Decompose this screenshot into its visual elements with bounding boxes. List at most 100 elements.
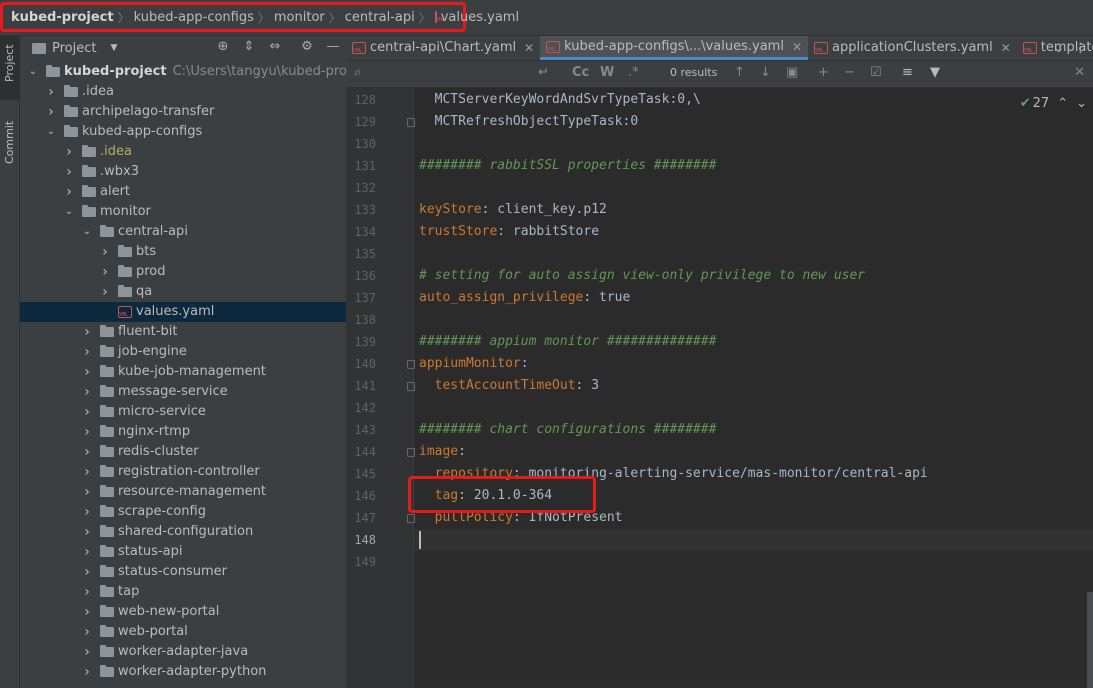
chevron-down-icon[interactable]: ⌄: [28, 62, 38, 82]
whole-word-toggle[interactable]: W: [600, 66, 614, 80]
chevron-right-icon[interactable]: ›: [82, 542, 92, 562]
close-icon[interactable]: ✕: [1001, 36, 1011, 60]
next-occurrence-icon[interactable]: ↓: [760, 66, 771, 80]
filter-settings-icon[interactable]: ≡: [902, 66, 913, 80]
chevron-right-icon[interactable]: ›: [82, 462, 92, 482]
chevron-right-icon[interactable]: ›: [100, 242, 110, 262]
editor-scrollbar[interactable]: [1087, 592, 1093, 688]
fold-marker-icon[interactable]: [407, 382, 415, 391]
close-icon[interactable]: ✕: [1074, 66, 1085, 80]
chevron-right-icon[interactable]: ›: [82, 522, 92, 542]
tree-folder[interactable]: ⌄ central-api: [20, 222, 346, 242]
breadcrumb-item-file[interactable]: values.yaml: [441, 10, 519, 25]
chevron-right-icon[interactable]: ›: [82, 562, 92, 582]
chevron-right-icon[interactable]: ›: [82, 502, 92, 522]
chevron-right-icon[interactable]: ›: [82, 602, 92, 622]
fold-marker-icon[interactable]: [407, 360, 415, 369]
chevron-right-icon[interactable]: ›: [82, 642, 92, 662]
tree-folder[interactable]: › status-api: [20, 542, 346, 562]
breadcrumb-item-central-api[interactable]: central-api: [345, 10, 415, 25]
select-all-occurrences-icon[interactable]: ▣: [786, 66, 798, 80]
tree-file[interactable]: values.yaml: [20, 302, 346, 322]
editor-tab[interactable]: central-api\Chart.yaml ✕: [346, 36, 540, 60]
project-tool-tab[interactable]: Project: [0, 36, 20, 100]
chevron-right-icon[interactable]: ›: [46, 82, 56, 102]
tree-folder[interactable]: › bts: [20, 242, 346, 262]
tree-folder[interactable]: › nginx-rtmp: [20, 422, 346, 442]
tree-folder[interactable]: › micro-service: [20, 402, 346, 422]
chevron-down-icon[interactable]: ⌄: [1076, 96, 1087, 111]
minimize-icon[interactable]: —: [326, 40, 340, 54]
tree-folder[interactable]: › kube-job-management: [20, 362, 346, 382]
tree-folder[interactable]: › status-consumer: [20, 562, 346, 582]
chevron-right-icon[interactable]: ›: [64, 142, 74, 162]
tree-folder[interactable]: › registration-controller: [20, 462, 346, 482]
tree-folder[interactable]: › worker-adapter-python: [20, 662, 346, 682]
fold-marker-icon[interactable]: [407, 514, 415, 523]
chevron-right-icon[interactable]: ›: [64, 182, 74, 202]
close-icon[interactable]: ✕: [792, 35, 802, 59]
chevron-down-icon[interactable]: ⌄: [1053, 41, 1064, 56]
chevron-up-icon[interactable]: ⌃: [1057, 96, 1068, 111]
fold-marker-icon[interactable]: [407, 118, 415, 127]
tree-folder[interactable]: › web-new-portal: [20, 602, 346, 622]
breadcrumb-item-monitor[interactable]: monitor: [274, 10, 325, 25]
chevron-right-icon[interactable]: ›: [100, 282, 110, 302]
locate-icon[interactable]: ⊕: [216, 40, 230, 54]
tree-folder[interactable]: › resource-management: [20, 482, 346, 502]
more-icon[interactable]: ⋮: [1074, 41, 1087, 56]
chevron-right-icon[interactable]: ›: [100, 262, 110, 282]
chevron-right-icon[interactable]: ›: [82, 362, 92, 382]
chevron-right-icon[interactable]: ›: [64, 162, 74, 182]
breadcrumb-item-project[interactable]: kubed-project: [11, 10, 114, 25]
chevron-right-icon[interactable]: ›: [82, 582, 92, 602]
breadcrumb-item-app-configs[interactable]: kubed-app-configs: [134, 10, 254, 25]
tree-folder[interactable]: › web-portal: [20, 622, 346, 642]
tree-folder[interactable]: › tap: [20, 582, 346, 602]
chevron-right-icon[interactable]: ›: [46, 102, 56, 122]
collapse-all-icon[interactable]: ⇔: [268, 40, 282, 54]
tree-folder[interactable]: › scrape-config: [20, 502, 346, 522]
editor-tab[interactable]: applicationClusters.yaml ✕: [808, 36, 1017, 60]
tree-folder[interactable]: › fluent-bit: [20, 322, 346, 342]
tree-folder[interactable]: › alert: [20, 182, 346, 202]
chevron-right-icon[interactable]: ›: [82, 662, 92, 682]
chevron-right-icon[interactable]: ›: [82, 322, 92, 342]
tree-folder[interactable]: ⌄ monitor: [20, 202, 346, 222]
tree-folder[interactable]: › job-engine: [20, 342, 346, 362]
tree-folder[interactable]: › qa: [20, 282, 346, 302]
tree-folder[interactable]: › prod: [20, 262, 346, 282]
chevron-right-icon[interactable]: ›: [82, 622, 92, 642]
expand-all-icon[interactable]: ⇕: [242, 40, 256, 54]
chevron-right-icon[interactable]: ›: [82, 342, 92, 362]
search-icon[interactable]: ⌕: [354, 66, 361, 80]
filter-icon[interactable]: ▼: [930, 66, 940, 80]
tree-folder[interactable]: › redis-cluster: [20, 442, 346, 462]
tree-folder[interactable]: › .wbx3: [20, 162, 346, 182]
gear-icon[interactable]: ⚙: [300, 40, 314, 54]
tree-folder[interactable]: › .idea: [20, 142, 346, 162]
chevron-down-icon[interactable]: ⌄: [64, 202, 74, 222]
tree-folder[interactable]: › archipelago-transfer: [20, 102, 346, 122]
tree-folder[interactable]: › message-service: [20, 382, 346, 402]
match-case-toggle[interactable]: Cc: [572, 66, 589, 80]
chevron-right-icon[interactable]: ›: [82, 422, 92, 442]
enter-icon[interactable]: ↵: [538, 66, 549, 80]
chevron-right-icon[interactable]: ›: [82, 402, 92, 422]
select-all-icon[interactable]: ☑: [870, 66, 882, 80]
editor-tab[interactable]: kubed-app-configs\...\values.yaml ✕: [540, 35, 809, 60]
tree-root[interactable]: ⌄ kubed-project C:\Users\tangyu\kubed-pro…: [20, 62, 371, 82]
tree-folder[interactable]: › .idea: [20, 82, 346, 102]
add-selection-icon[interactable]: +: [818, 66, 829, 80]
inspection-widget[interactable]: ✔ 27 ⌃ ⌄: [1020, 96, 1087, 111]
remove-selection-icon[interactable]: −: [844, 66, 855, 80]
commit-tool-tab[interactable]: Commit: [0, 114, 20, 178]
regex-toggle[interactable]: .*: [628, 66, 639, 80]
chevron-down-icon[interactable]: ▼: [110, 43, 117, 53]
chevron-right-icon[interactable]: ›: [82, 442, 92, 462]
previous-occurrence-icon[interactable]: ↑: [734, 66, 745, 80]
tree-folder[interactable]: › shared-configuration: [20, 522, 346, 542]
project-view-selector[interactable]: Project: [52, 41, 96, 56]
chevron-right-icon[interactable]: ›: [82, 482, 92, 502]
fold-marker-icon[interactable]: [407, 448, 415, 457]
